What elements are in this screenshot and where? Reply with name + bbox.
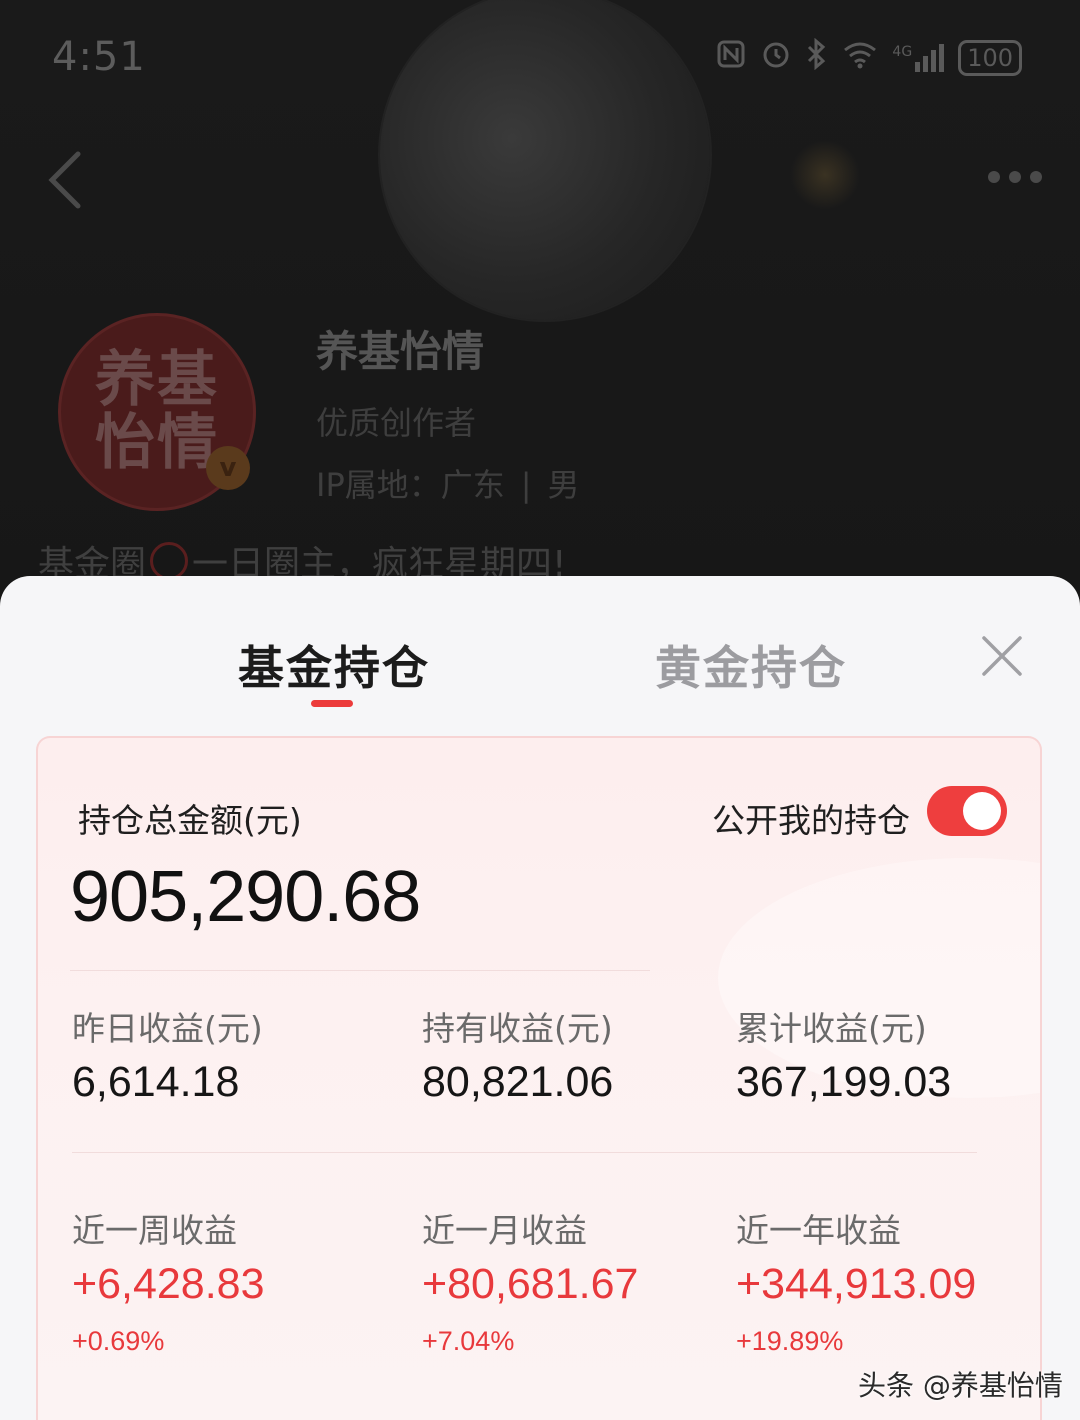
public-holdings-label: 公开我的持仓	[712, 801, 910, 840]
tab-fund-holdings[interactable]: 基金持仓	[238, 632, 430, 698]
creator-tag: 优质创作者	[316, 404, 477, 442]
more-icon[interactable]	[980, 160, 1050, 194]
period-pct-year: +19.89%	[736, 1326, 844, 1356]
cover-decoration	[790, 140, 860, 210]
avatar-text-bottom: 怡情	[95, 408, 219, 478]
stat-label-holding: 持有收益(元)	[422, 1009, 613, 1048]
status-time: 4:51	[52, 34, 146, 80]
stat-label-cumulative: 累计收益(元)	[736, 1009, 927, 1048]
nfc-icon	[716, 39, 746, 76]
divider	[70, 970, 650, 971]
period-pct-week: +0.69%	[72, 1326, 165, 1356]
public-holdings-toggle[interactable]	[927, 786, 1007, 836]
watermark: 头条 @养基怡情	[858, 1369, 1063, 1402]
toggle-knob	[963, 792, 1001, 830]
signal-icon: 4G	[892, 43, 945, 72]
period-value-week: +6,428.83	[72, 1260, 265, 1308]
profile-header: 4:51 4G 100 养基 怡情 v 养基怡情 优质创作者 IP属地：广东 |…	[0, 0, 1080, 600]
stat-label-yesterday: 昨日收益(元)	[72, 1009, 263, 1048]
battery-icon: 100	[958, 39, 1022, 76]
active-tab-indicator	[311, 700, 353, 707]
divider	[72, 1152, 977, 1153]
alarm-icon	[760, 38, 792, 77]
status-icons: 4G 100	[716, 37, 1022, 77]
close-icon[interactable]	[978, 632, 1026, 680]
gender: 男	[547, 466, 580, 504]
total-amount-label: 持仓总金额(元)	[78, 801, 302, 840]
holdings-sheet: 基金持仓 黄金持仓 持仓总金额(元) 公开我的持仓 905,290.68 昨日收…	[0, 576, 1080, 1420]
network-type: 4G	[892, 43, 913, 60]
avatar-text-top: 养基	[95, 345, 219, 415]
profile-name: 养基怡情	[316, 327, 485, 376]
period-value-month: +80,681.67	[422, 1260, 639, 1308]
holdings-card: 持仓总金额(元) 公开我的持仓 905,290.68 昨日收益(元) 持有收益(…	[36, 736, 1042, 1420]
period-label-year: 近一年收益	[736, 1211, 901, 1250]
back-arrow-icon[interactable]	[40, 140, 100, 220]
wifi-icon	[842, 39, 878, 76]
profile-location-row: IP属地：广东 | 男	[316, 466, 580, 504]
tab-gold-holdings[interactable]: 黄金持仓	[655, 632, 847, 698]
period-pct-month: +7.04%	[422, 1326, 515, 1356]
ip-location: IP属地：广东	[316, 466, 505, 504]
period-label-week: 近一周收益	[72, 1211, 237, 1250]
period-label-month: 近一月收益	[422, 1211, 587, 1250]
bluetooth-icon	[806, 37, 828, 77]
stat-value-yesterday: 6,614.18	[72, 1058, 240, 1106]
stat-value-cumulative: 367,199.03	[736, 1058, 952, 1106]
verified-badge-icon: v	[206, 446, 250, 490]
stat-value-holding: 80,821.06	[422, 1058, 614, 1106]
period-value-year: +344,913.09	[736, 1260, 977, 1308]
total-amount-value: 905,290.68	[70, 857, 421, 937]
circle-icon	[150, 542, 189, 580]
cover-photo	[380, 0, 710, 320]
